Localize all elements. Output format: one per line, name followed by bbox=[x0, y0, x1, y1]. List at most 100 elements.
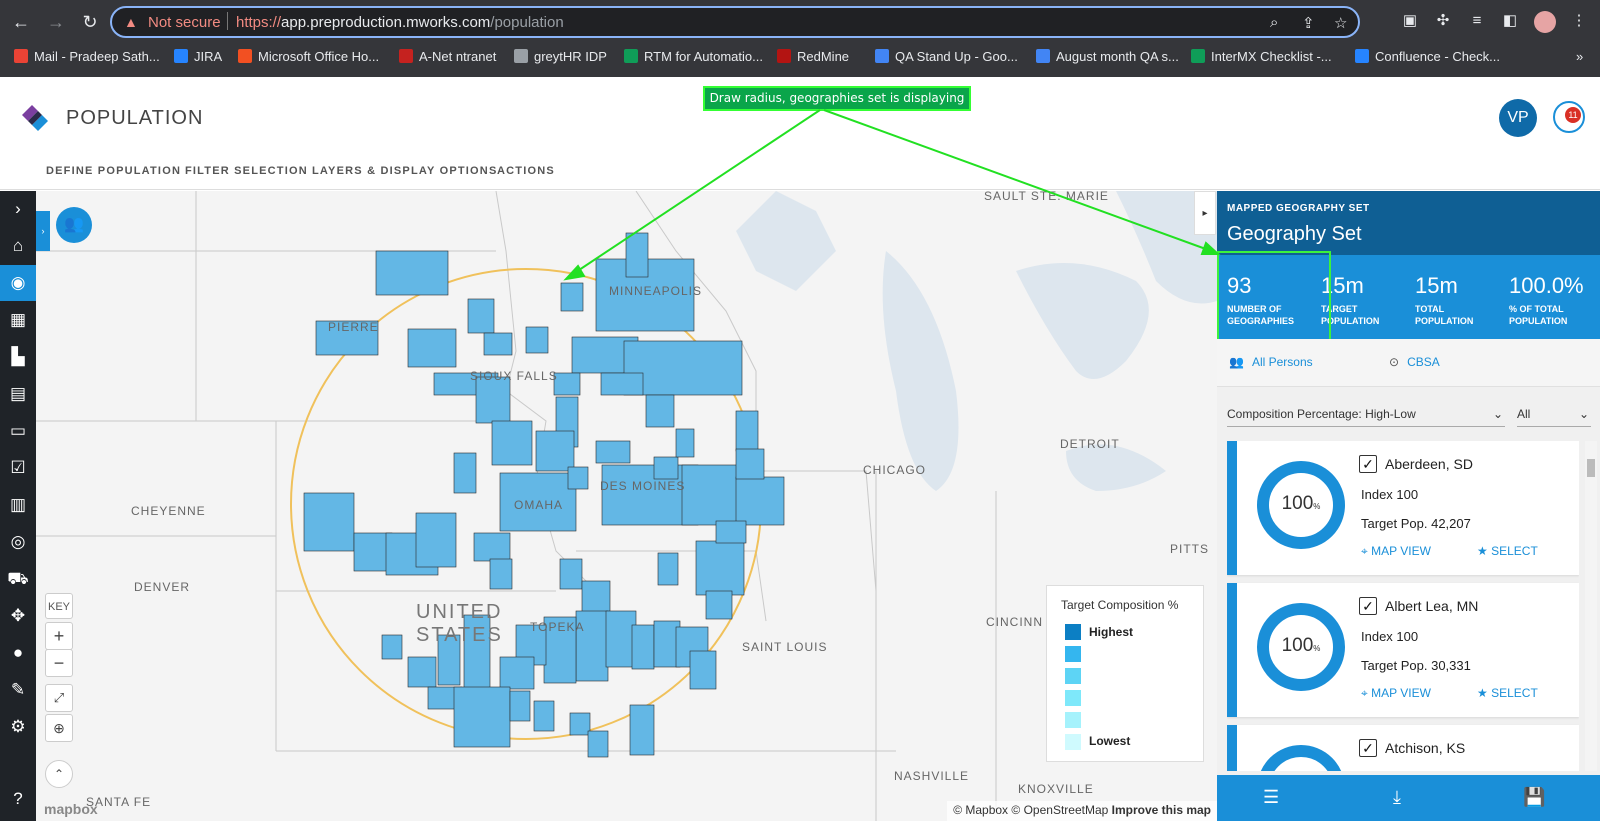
bookmark-item[interactable]: InterMX Checklist -... bbox=[1191, 49, 1332, 64]
share-icon[interactable]: ⇪ bbox=[1302, 14, 1315, 32]
attribution-mapbox[interactable]: © Mapbox bbox=[953, 803, 1008, 817]
url-path: /population bbox=[490, 14, 564, 31]
map-view-label: MAP VIEW bbox=[1371, 686, 1431, 700]
list-icon[interactable]: ☰ bbox=[1263, 787, 1279, 808]
bookmark-item[interactable]: greytHR IDP bbox=[514, 49, 607, 64]
mapbox-logo[interactable]: mapbox bbox=[44, 801, 98, 817]
back-icon[interactable]: ← bbox=[9, 10, 33, 34]
panel-title: Geography Set bbox=[1227, 223, 1362, 245]
save-icon[interactable]: 💾 bbox=[1523, 787, 1545, 808]
map-label-cheyenne: CHEYENNE bbox=[131, 504, 206, 518]
zoom-out-button[interactable]: − bbox=[45, 649, 73, 677]
scrollbar-thumb[interactable] bbox=[1587, 459, 1595, 477]
bookmarks-overflow-icon[interactable]: » bbox=[1576, 49, 1583, 64]
bar-chart-icon[interactable]: ▥ bbox=[0, 487, 36, 523]
attribution-osm[interactable]: © OpenStreetMap bbox=[1011, 803, 1108, 817]
user-avatar[interactable]: VP bbox=[1499, 99, 1537, 137]
grid-icon[interactable]: ▦ bbox=[0, 302, 36, 338]
notification-bell-icon[interactable]: 11 bbox=[1553, 101, 1585, 133]
all-persons-filter[interactable]: 👥 All Persons bbox=[1229, 355, 1313, 369]
zoom-in-button[interactable]: + bbox=[45, 622, 73, 650]
map-side-tab[interactable]: › bbox=[36, 211, 50, 251]
bookmark-star-icon[interactable]: ☆ bbox=[1334, 14, 1347, 32]
all-select[interactable]: All ⌄ bbox=[1517, 407, 1591, 427]
address-bar[interactable]: ▲ Not secure https://app.preproduction.m… bbox=[110, 6, 1360, 38]
star-icon: ★ bbox=[1477, 686, 1488, 700]
cbsa-filter[interactable]: ⊙ CBSA bbox=[1389, 355, 1440, 369]
help-icon[interactable]: ? bbox=[0, 781, 36, 817]
screen-capture-icon[interactable]: ▣ bbox=[1401, 12, 1419, 30]
stat-value: 100.0% bbox=[1509, 273, 1584, 298]
collapse-panel-button[interactable]: ▸ bbox=[1194, 191, 1216, 235]
reload-icon[interactable]: ↻ bbox=[78, 10, 102, 34]
expand-nav-icon[interactable]: › bbox=[0, 191, 36, 227]
url-text[interactable]: https://app.preproduction.mworks.com/pop… bbox=[236, 14, 564, 31]
menu-define-population[interactable]: DEFINE POPULATION bbox=[46, 165, 181, 177]
locate-icon[interactable]: ⊕ bbox=[45, 714, 73, 742]
panel-subtitle: MAPPED GEOGRAPHY SET bbox=[1227, 203, 1370, 214]
settings-gear-icon[interactable]: ⚙ bbox=[0, 709, 36, 745]
list-scrollbar[interactable] bbox=[1585, 441, 1597, 771]
checklist-icon[interactable]: ☑ bbox=[0, 450, 36, 486]
sort-select[interactable]: Composition Percentage: High-Low ⌄ bbox=[1227, 407, 1505, 427]
vehicles-icon[interactable]: ⛟ bbox=[0, 561, 36, 597]
bookmark-label: QA Stand Up - Goo... bbox=[895, 49, 1018, 64]
home-icon[interactable]: ⌂ bbox=[0, 228, 36, 264]
select-button[interactable]: ★ SELECT bbox=[1477, 686, 1538, 700]
legend-swatch-3 bbox=[1065, 668, 1081, 684]
geography-checkbox[interactable]: ✓ bbox=[1359, 455, 1377, 473]
improve-map-link[interactable]: Improve this map bbox=[1112, 803, 1211, 817]
extensions-icon[interactable]: ✣ bbox=[1434, 12, 1452, 30]
menu-actions[interactable]: ACTIONS bbox=[497, 165, 555, 177]
bookmark-favicon-icon bbox=[624, 49, 638, 63]
buildings-icon[interactable]: ▙ bbox=[0, 339, 36, 375]
geography-checkbox[interactable]: ✓ bbox=[1359, 739, 1377, 757]
media-icon[interactable]: ≡ bbox=[1468, 12, 1486, 30]
tools-icon[interactable]: ✎ bbox=[0, 672, 36, 708]
chrome-profile-avatar[interactable] bbox=[1534, 11, 1556, 33]
select-button[interactable]: ★ SELECT bbox=[1477, 544, 1538, 558]
bookmark-item[interactable]: Mail - Pradeep Sath... bbox=[14, 49, 160, 64]
target-icon[interactable]: ◎ bbox=[0, 524, 36, 560]
folder-icon[interactable]: ▭ bbox=[0, 413, 36, 449]
zoom-icon[interactable]: ⌕ bbox=[1270, 14, 1278, 31]
account-icon[interactable]: ● bbox=[0, 635, 36, 671]
menu-layers-display-options[interactable]: LAYERS & DISPLAY OPTIONS bbox=[312, 165, 498, 177]
bookmark-favicon-icon bbox=[174, 49, 188, 63]
side-panel-icon[interactable]: ◧ bbox=[1501, 12, 1519, 30]
bookmark-item[interactable]: A-Net ntranet bbox=[399, 49, 496, 64]
bookmark-item[interactable]: Microsoft Office Ho... bbox=[238, 49, 379, 64]
panel-bottom-bar: ☰ ⤓ 💾 bbox=[1217, 775, 1600, 821]
bookmark-item[interactable]: JIRA bbox=[174, 49, 222, 64]
app-logo-icon[interactable] bbox=[18, 99, 52, 133]
map-label-minneapolis: MINNEAPOLIS bbox=[609, 284, 703, 298]
bookmark-item[interactable]: RedMine bbox=[777, 49, 849, 64]
geography-index: Index 100 bbox=[1361, 487, 1419, 502]
map-view-button[interactable]: ⌖ MAP VIEW bbox=[1361, 544, 1431, 559]
forward-icon[interactable]: → bbox=[44, 10, 68, 34]
scroll-up-icon[interactable]: ⌃ bbox=[45, 760, 73, 788]
explore-compass-icon[interactable]: ◉ bbox=[0, 265, 36, 301]
bookmark-favicon-icon bbox=[875, 49, 889, 63]
map-canvas[interactable]: SAULT STE. MARIE MINNEAPOLIS PIERRE SIOU… bbox=[36, 191, 1217, 821]
population-group-icon[interactable]: 👥 bbox=[56, 207, 92, 243]
menu-filter-selection[interactable]: FILTER SELECTION bbox=[185, 165, 308, 177]
download-icon[interactable]: ⤓ bbox=[1393, 787, 1401, 808]
fullscreen-icon[interactable]: ⤢ bbox=[45, 684, 73, 712]
bookmark-item[interactable]: RTM for Automatio... bbox=[624, 49, 763, 64]
report-icon[interactable]: ▤ bbox=[0, 376, 36, 412]
chrome-menu-icon[interactable]: ⋮ bbox=[1570, 12, 1588, 30]
select-label: SELECT bbox=[1491, 544, 1538, 558]
map-label-pierre: PIERRE bbox=[328, 320, 379, 334]
map-key-button[interactable]: KEY bbox=[45, 593, 73, 619]
browser-chrome: ← → ↻ ▲ Not secure https://app.preproduc… bbox=[0, 0, 1600, 77]
geography-checkbox[interactable]: ✓ bbox=[1359, 597, 1377, 615]
not-secure-label[interactable]: Not secure bbox=[148, 14, 221, 31]
stat-label: % OF TOTAL POPULATION bbox=[1509, 304, 1568, 326]
bookmark-item[interactable]: Confluence - Check... bbox=[1355, 49, 1500, 64]
bookmark-item[interactable]: QA Stand Up - Goo... bbox=[875, 49, 1018, 64]
annotation-callout: Draw radius, geographies set is displayi… bbox=[703, 86, 971, 111]
network-icon[interactable]: ✥ bbox=[0, 598, 36, 634]
bookmark-item[interactable]: August month QA s... bbox=[1036, 49, 1179, 64]
map-view-button[interactable]: ⌖ MAP VIEW bbox=[1361, 686, 1431, 701]
